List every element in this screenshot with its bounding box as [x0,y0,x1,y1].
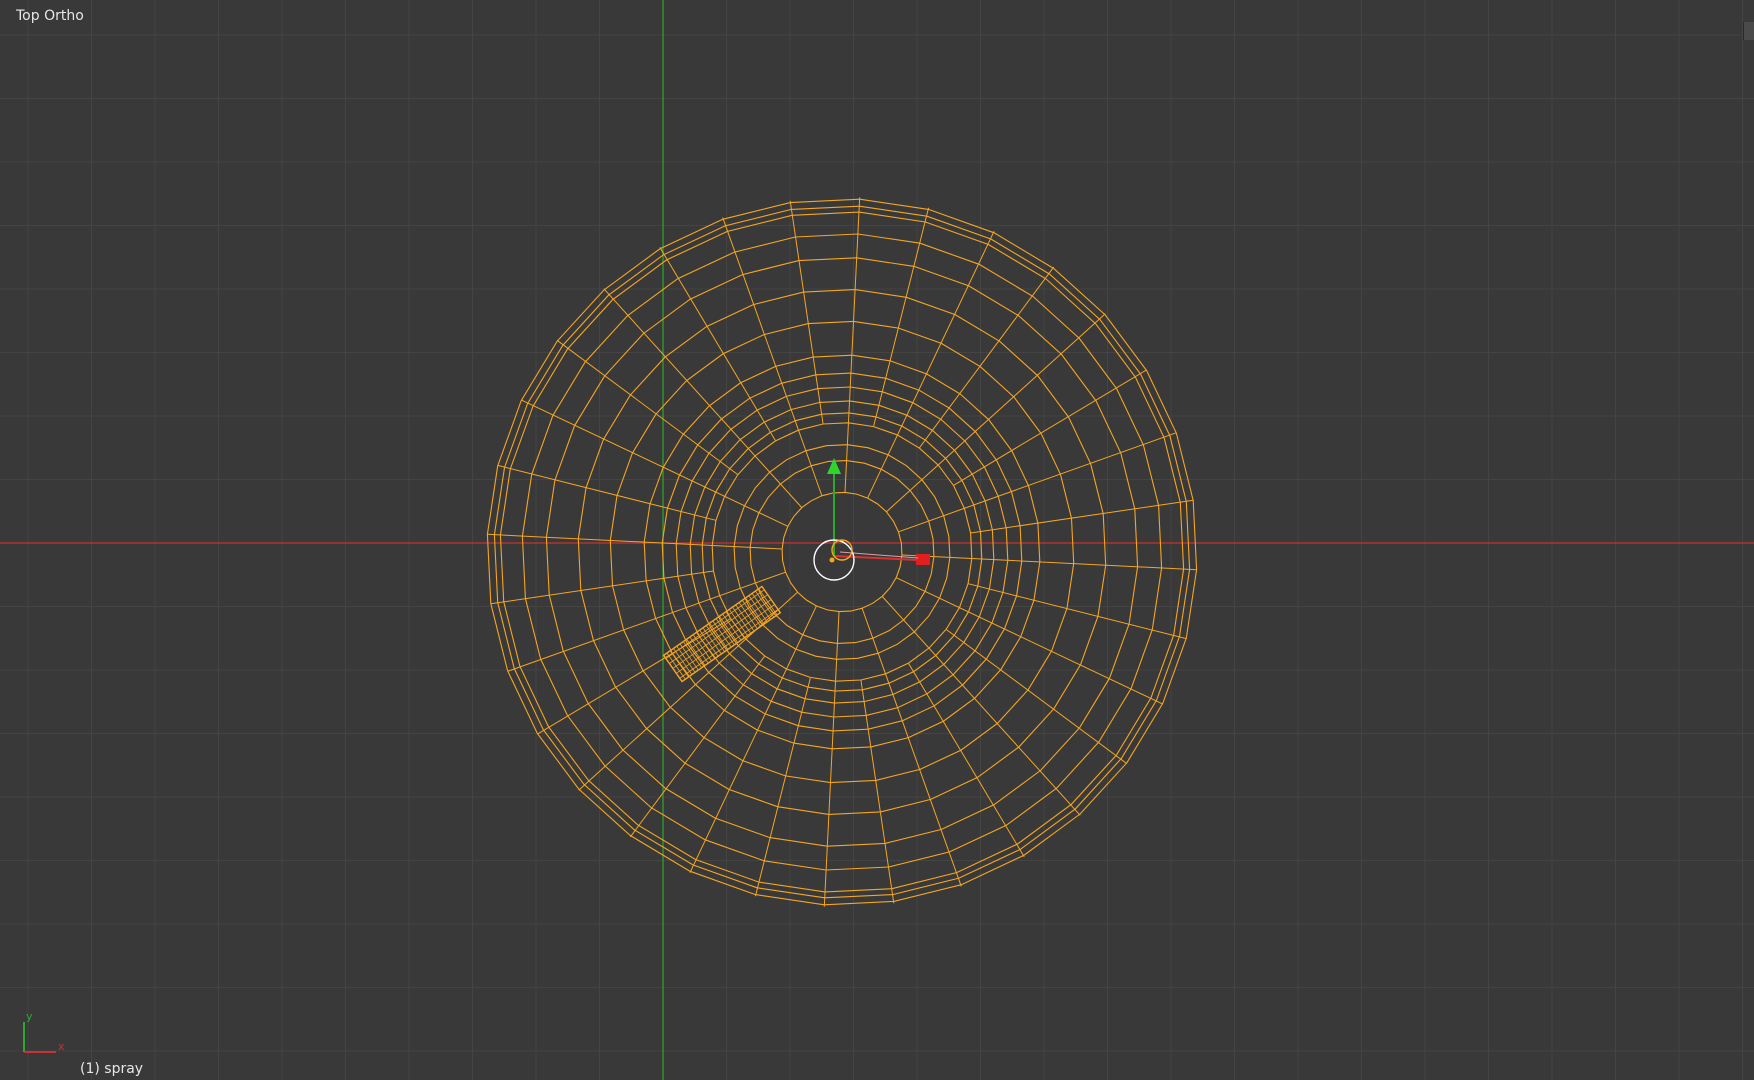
axis-y-letter: y [26,1010,33,1023]
viewport-canvas[interactable]: y x [0,0,1754,1080]
view-name-label: Top Ortho [16,8,84,24]
grid [0,0,1754,1080]
3d-viewport[interactable]: y x Top Ortho (1) spray [0,0,1754,1080]
area-split-handle-icon[interactable] [1743,22,1754,40]
axis-orientation-icon: y x [23,1010,65,1053]
axis-x-letter: x [58,1040,65,1053]
x-arrow-handle[interactable] [916,554,930,565]
active-object-label: (1) spray [80,1061,144,1077]
